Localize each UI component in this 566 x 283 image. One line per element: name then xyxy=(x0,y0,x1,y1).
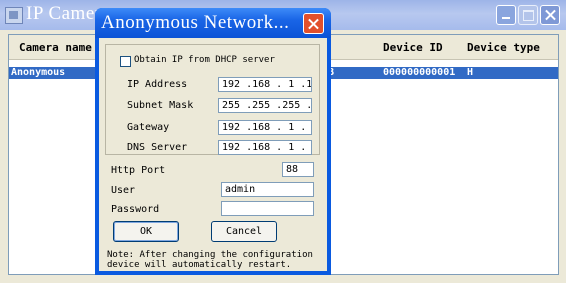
user-label: User xyxy=(111,185,136,196)
ip-address-label: IP Address xyxy=(127,79,188,90)
cancel-button[interactable]: Cancel xyxy=(211,221,277,242)
dns-server-field[interactable]: 192 .168 . 1 . 1 xyxy=(218,140,312,155)
minimize-button[interactable] xyxy=(496,5,516,25)
close-icon xyxy=(541,6,559,24)
subnet-mask-label: Subnet Mask xyxy=(127,100,194,111)
dhcp-checkbox[interactable] xyxy=(120,56,131,67)
subnet-mask-field[interactable]: 255 .255 .255 . 0 xyxy=(218,98,312,113)
dialog-close-button[interactable] xyxy=(303,13,324,34)
gateway-field[interactable]: 192 .168 . 1 . 1 xyxy=(218,120,312,135)
password-field[interactable] xyxy=(221,201,314,216)
column-header-device-type[interactable]: Device type xyxy=(467,41,540,54)
http-port-field[interactable]: 88 xyxy=(282,162,314,177)
main-close-button[interactable] xyxy=(540,5,560,25)
dialog-title: Anonymous Network... xyxy=(101,12,290,33)
cell-camera-name: Anonymous xyxy=(11,67,66,78)
ip-address-field[interactable]: 192 .168 . 1 .100 xyxy=(218,77,312,92)
dns-server-label: DNS Server xyxy=(127,142,188,153)
cell-device-type: H xyxy=(467,67,474,78)
column-header-camera-name[interactable]: Camera name xyxy=(19,41,92,54)
dialog-body: Obtain IP from DHCP server IP Address 19… xyxy=(99,38,327,271)
user-field[interactable]: admin xyxy=(221,182,314,197)
ip-settings-group: Obtain IP from DHCP server IP Address 19… xyxy=(105,44,320,155)
gateway-label: Gateway xyxy=(127,122,170,133)
ok-button[interactable]: OK xyxy=(113,221,179,242)
column-header-device-id[interactable]: Device ID xyxy=(383,41,443,54)
dhcp-label: Obtain IP from DHCP server xyxy=(134,55,275,65)
dialog-title-bar[interactable]: Anonymous Network... xyxy=(95,8,331,38)
cell-device-id: 000000000001 xyxy=(383,67,456,78)
close-icon xyxy=(304,14,323,33)
network-settings-dialog: Anonymous Network... Obtain IP from DHCP… xyxy=(95,8,331,275)
restart-note: Note: After changing the configuration d… xyxy=(107,250,313,270)
maximize-button[interactable] xyxy=(518,5,538,25)
password-label: Password xyxy=(111,204,160,215)
http-port-label: Http Port xyxy=(111,165,166,176)
app-icon xyxy=(5,7,23,24)
